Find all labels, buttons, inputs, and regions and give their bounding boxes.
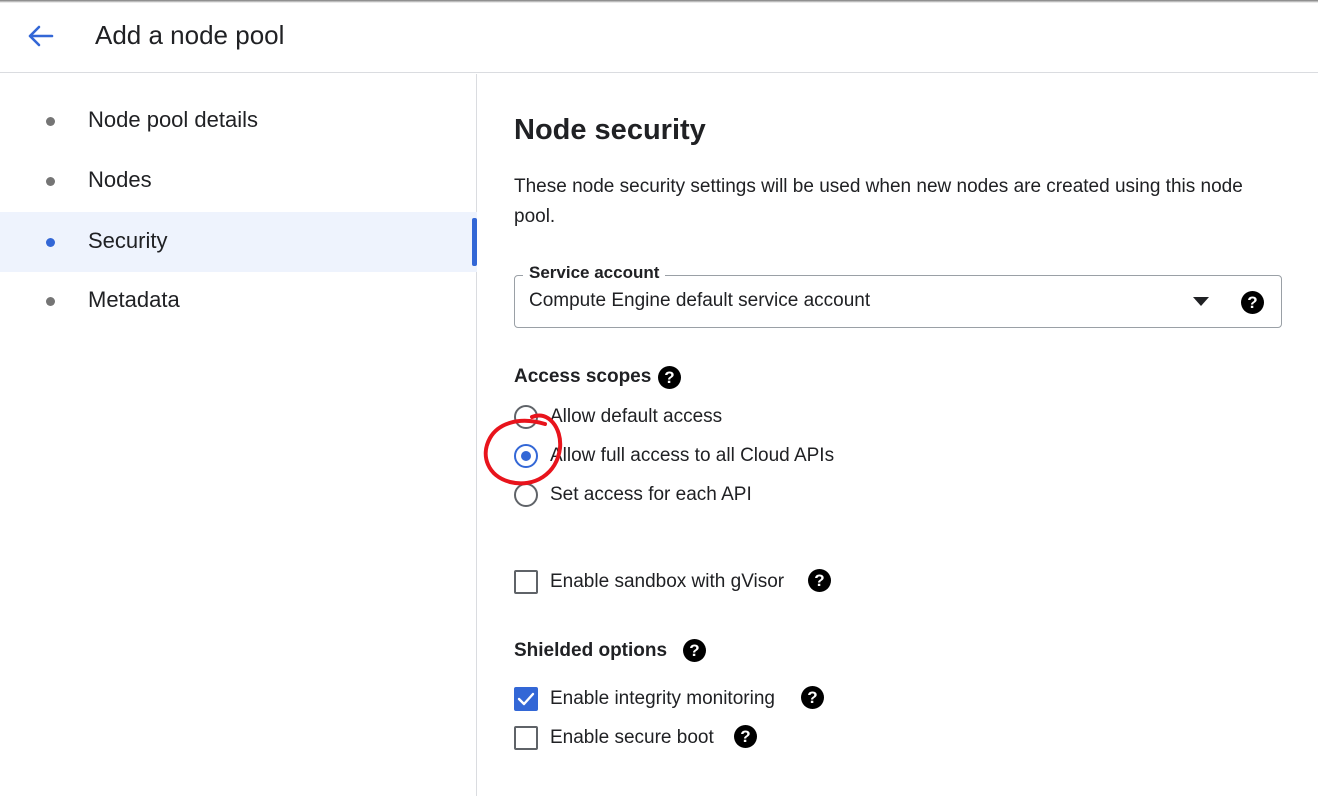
checkbox-enable-sandbox[interactable] xyxy=(514,570,538,594)
checkbox-label: Enable integrity monitoring xyxy=(550,688,775,709)
bullet-icon xyxy=(46,177,55,186)
sidebar-item-label: Node pool details xyxy=(88,107,259,132)
sidebar-item-metadata[interactable]: Metadata xyxy=(0,271,477,331)
access-scopes-label: Access scopes xyxy=(514,366,652,387)
sidebar-item-nodes[interactable]: Nodes xyxy=(0,151,477,211)
help-icon[interactable]: ? xyxy=(683,639,706,662)
main-content: Node security These node security settin… xyxy=(478,74,1318,796)
sidebar-item-security[interactable]: Security xyxy=(0,212,477,272)
sidebar-nav: Node pool details Nodes Security Metadat… xyxy=(0,74,477,796)
checkbox-label: Enable secure boot xyxy=(550,727,714,748)
radio-set-access-each-api[interactable] xyxy=(514,483,538,507)
arrow-back-icon xyxy=(28,25,54,47)
help-icon[interactable]: ? xyxy=(801,686,824,709)
sidebar-item-node-pool-details[interactable]: Node pool details xyxy=(0,91,477,151)
help-icon[interactable]: ? xyxy=(734,725,757,748)
sidebar-item-label: Metadata xyxy=(88,287,180,312)
bullet-icon xyxy=(46,297,55,306)
help-icon[interactable]: ? xyxy=(658,366,681,389)
help-icon[interactable]: ? xyxy=(808,569,831,592)
service-account-value: Compute Engine default service account xyxy=(529,290,871,311)
help-icon[interactable]: ? xyxy=(1241,291,1264,314)
shielded-options-label: Shielded options xyxy=(514,640,668,661)
dropdown-arrow-icon xyxy=(1193,297,1209,306)
bullet-icon xyxy=(46,238,55,247)
checkbox-integrity-monitoring[interactable] xyxy=(514,687,538,711)
active-indicator xyxy=(472,218,477,266)
radio-allow-default-access[interactable] xyxy=(514,405,538,429)
radio-label: Set access for each API xyxy=(550,484,752,505)
checkbox-label: Enable sandbox with gVisor xyxy=(550,571,785,592)
bullet-icon xyxy=(46,117,55,126)
sidebar-item-label: Security xyxy=(88,228,168,253)
radio-label: Allow default access xyxy=(550,406,723,427)
checkbox-secure-boot[interactable] xyxy=(514,726,538,750)
section-title: Node security xyxy=(514,114,706,146)
back-button[interactable] xyxy=(20,18,60,54)
service-account-label: Service account xyxy=(523,263,666,283)
page-header: Add a node pool xyxy=(0,0,1318,73)
section-description: These node security settings will be use… xyxy=(514,176,1243,227)
radio-allow-full-access[interactable] xyxy=(514,444,538,468)
page-title: Add a node pool xyxy=(95,20,285,50)
sidebar-item-label: Nodes xyxy=(88,167,152,192)
radio-label: Allow full access to all Cloud APIs xyxy=(550,445,835,466)
checkmark-icon xyxy=(517,692,535,706)
